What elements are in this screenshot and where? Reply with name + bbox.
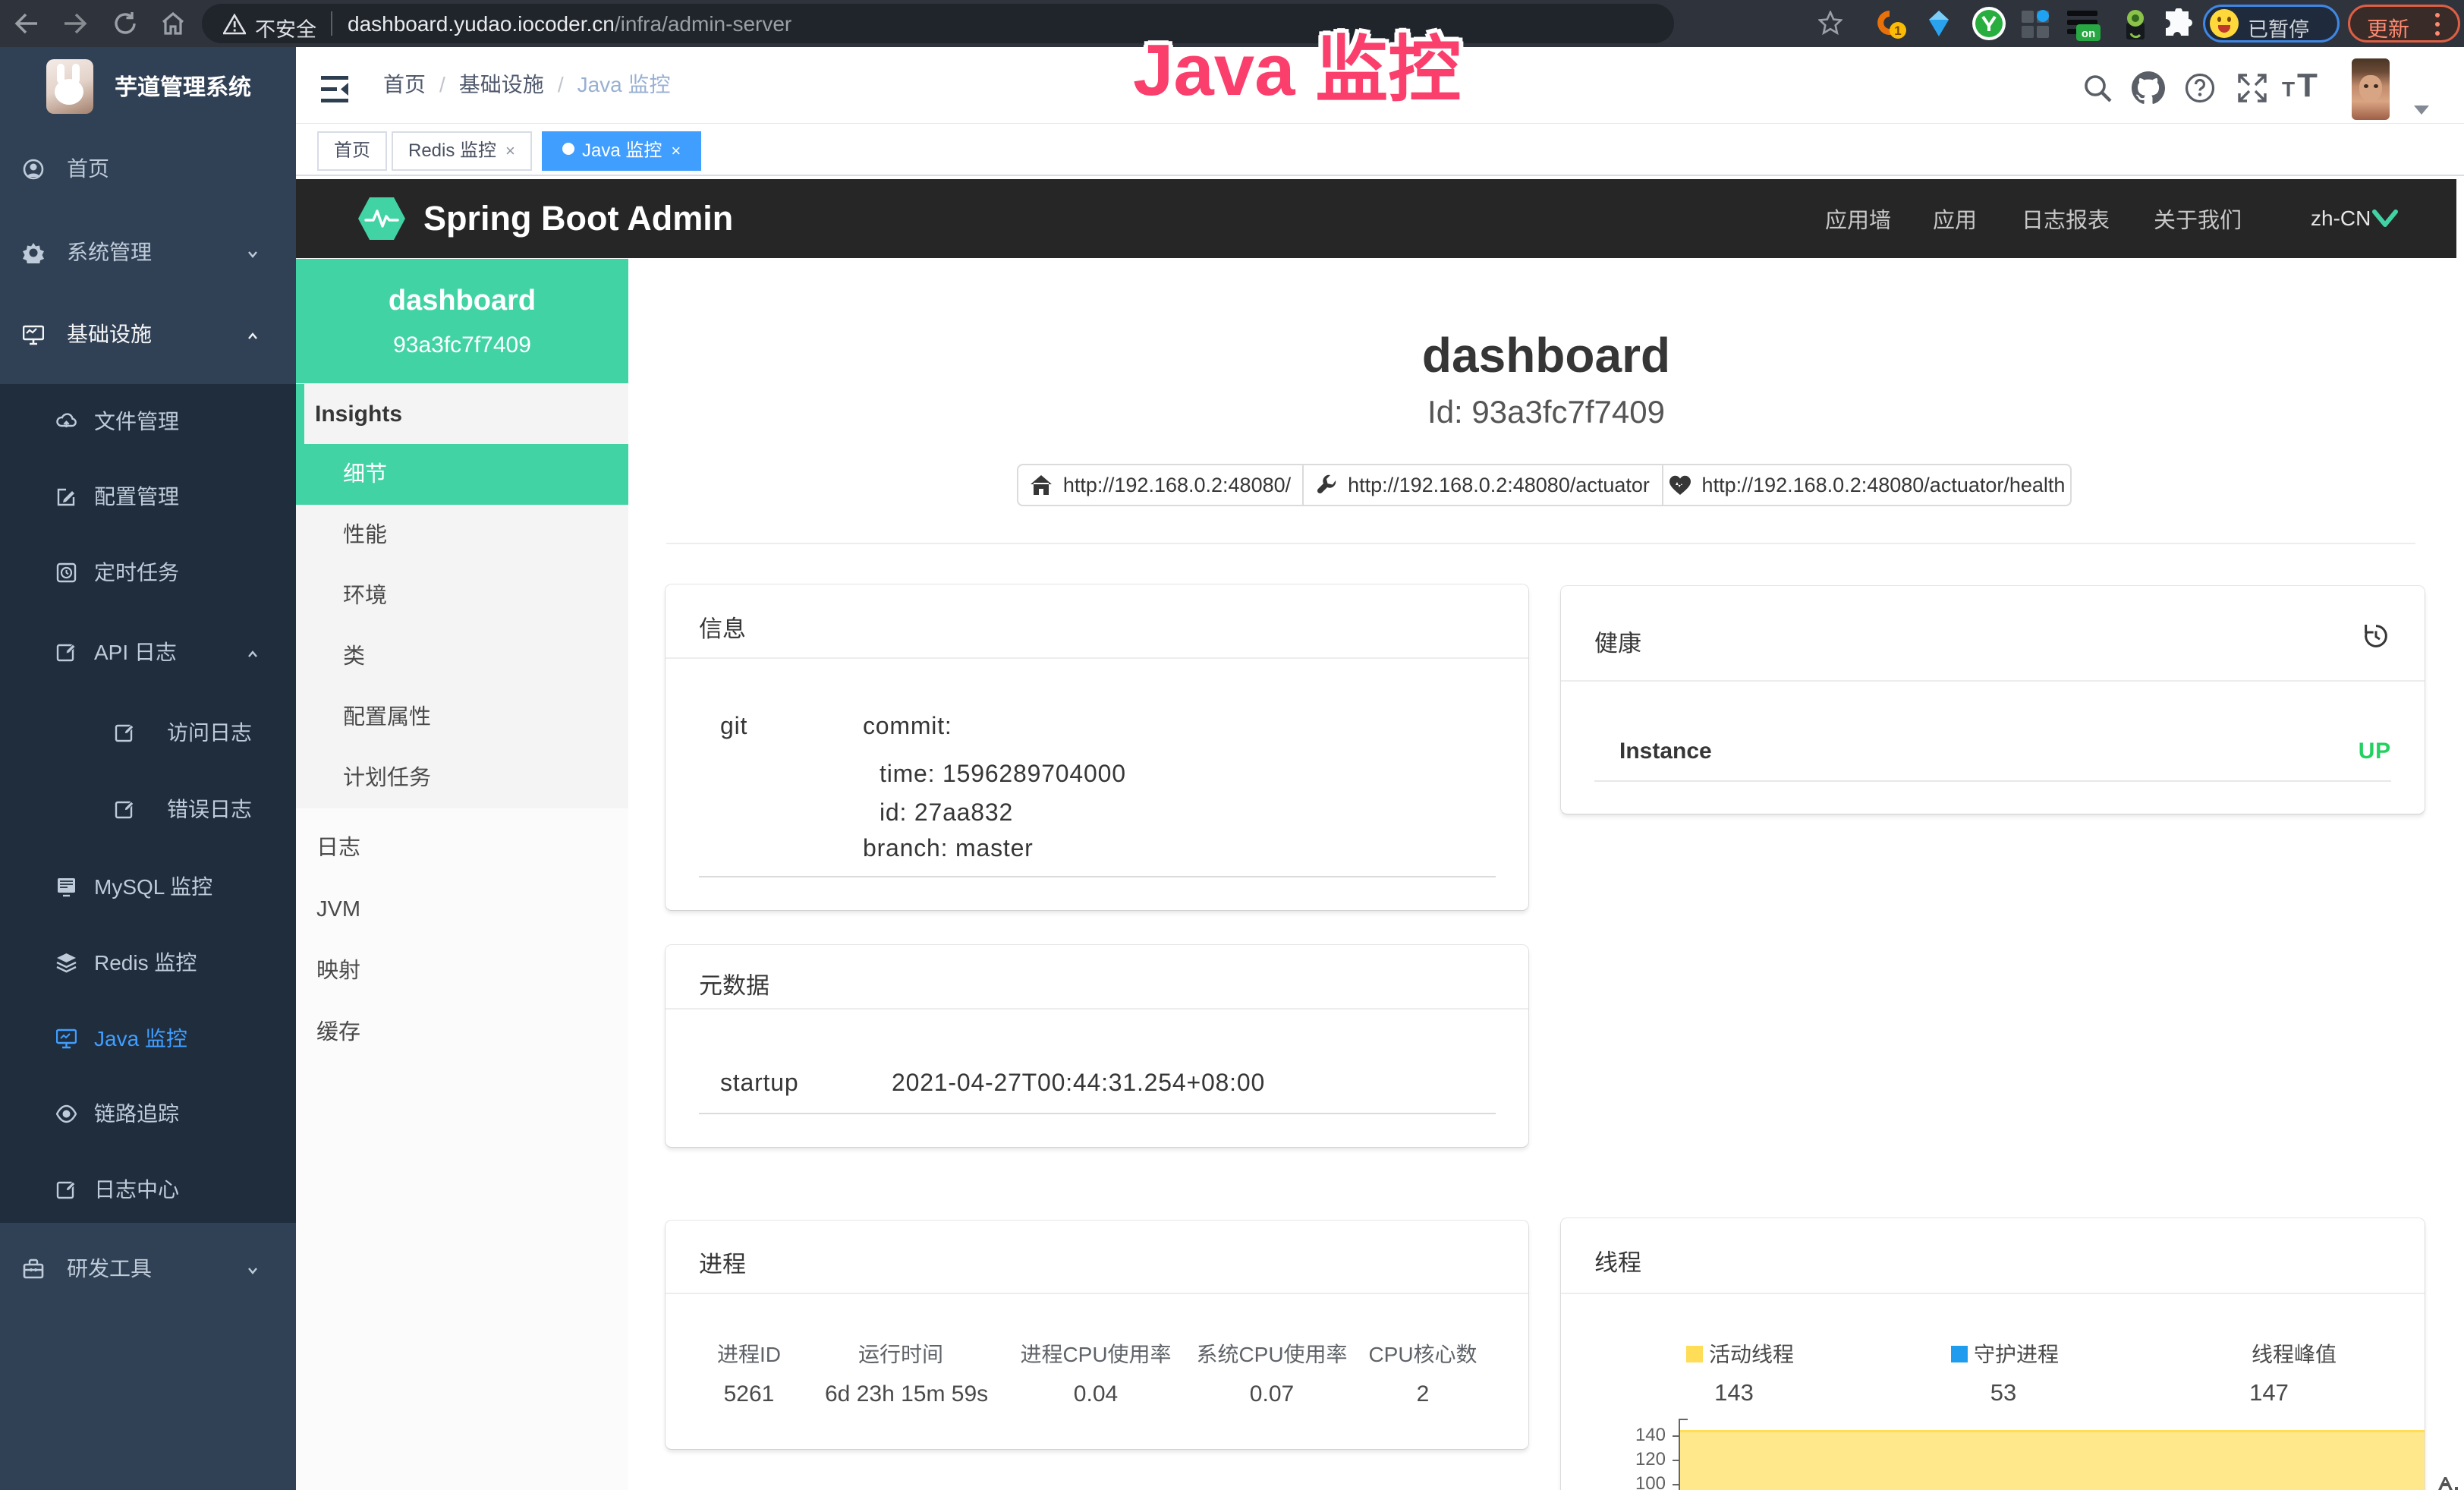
svg-text:1: 1 (1894, 24, 1901, 38)
svg-text:on: on (2082, 27, 2095, 40)
